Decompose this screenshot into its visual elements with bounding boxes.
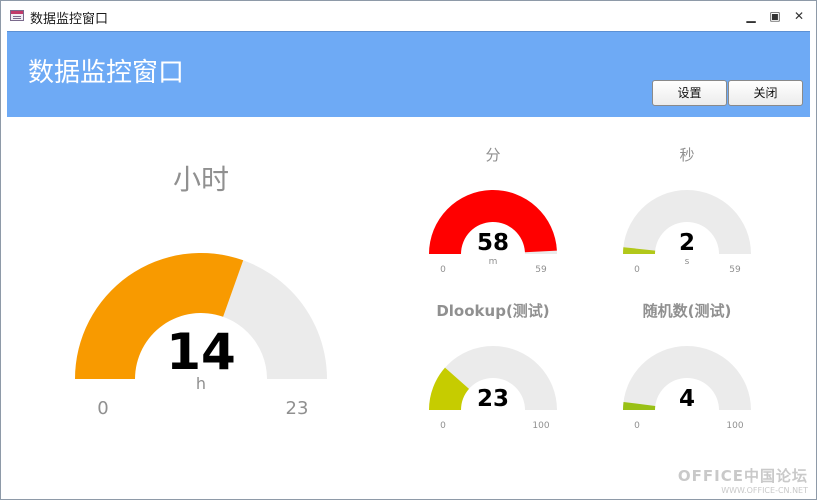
window-title: 数据监控窗口 [30, 12, 109, 27]
gauge-min-label: 0 [440, 265, 446, 275]
gauge-random: 随机数(测试) 4 0 100 [623, 302, 751, 431]
settings-button[interactable]: 设置 [652, 80, 727, 106]
gauge-hour: 小时 14h 0 23 [75, 163, 327, 419]
gauge-unit: m [489, 257, 498, 267]
minimize-button[interactable]: ▁ [743, 8, 759, 24]
gauge-max-label: 100 [726, 421, 743, 431]
gauge-title: 分 [485, 146, 500, 164]
watermark-title: OFFICE中国论坛 [677, 467, 808, 485]
gauge-second: 秒 2s 0 59 [623, 146, 751, 275]
gauge-value: 14 [166, 323, 236, 381]
gauge-min-label: 0 [440, 421, 446, 431]
gauge-max-label: 100 [532, 421, 549, 431]
gauge-unit: h [196, 374, 206, 393]
watermark-url: WWW.OFFICE-CN.NET [721, 486, 808, 495]
gauge-min-label: 0 [634, 265, 640, 275]
gauge-title: 秒 [679, 146, 694, 164]
form-icon [10, 10, 24, 21]
gauge-max-label: 59 [535, 265, 547, 275]
watermark: OFFICE中国论坛 WWW.OFFICE-CN.NET [678, 465, 808, 495]
page-title: 数据监控窗口 [28, 58, 185, 88]
gauge-value: 4 [679, 386, 695, 412]
gauge-max-label: 23 [286, 398, 309, 419]
close-window-button[interactable]: ✕ [791, 8, 807, 24]
app-window: 数据监控窗口 ▁ ▣ ✕ 数据监控窗口 设置 关闭 小时 14 h 0 23 分 58 m 0 5… [0, 0, 817, 500]
maximize-button[interactable]: ▣ [767, 8, 783, 24]
gauge-canvas: 小时14h0 23分58m0 59秒2s0 59Dlookup(测试)230 100随机… [75, 146, 751, 431]
gauge-min-label: 0 [634, 421, 640, 431]
gauge-min-label: 0 [97, 398, 108, 419]
title-bar: 数据监控窗口 ▁ ▣ ✕ [1, 1, 816, 31]
gauge-value: 58 [477, 230, 509, 256]
gauge-title: 小时 [173, 163, 229, 196]
gauge-value: 23 [477, 386, 509, 412]
gauge-value: 2 [679, 230, 695, 256]
header-banner: 数据监控窗口 设置 关闭 [7, 31, 810, 118]
close-button[interactable]: 关闭 [728, 80, 803, 106]
gauge-title: Dlookup(测试) [436, 302, 549, 320]
gauge-dlookup: Dlookup(测试) 23 0 100 [429, 302, 557, 431]
gauge-max-label: 59 [729, 265, 741, 275]
gauge-unit: s [685, 257, 690, 267]
dashboard-area: 小时 14 h 0 23 分 58 m 0 59 秒 2 s 0 59 Dlookup(测试) 23 0 100 随机… [7, 117, 810, 497]
gauge-minute: 分 58m 0 59 [429, 146, 557, 275]
gauge-title: 随机数(测试) [643, 302, 732, 320]
